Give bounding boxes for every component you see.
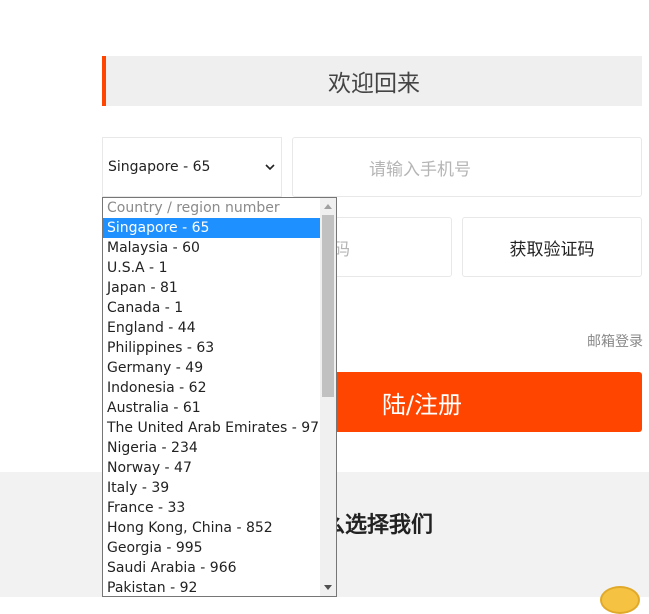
dropdown-option[interactable]: Indonesia - 62 — [103, 378, 320, 398]
dropdown-scrollbar[interactable] — [320, 198, 336, 596]
coin-icon — [600, 586, 640, 614]
get-code-button[interactable]: 获取验证码 — [462, 217, 642, 277]
dropdown-options: Country / region number Singapore - 65 Ma… — [103, 198, 328, 596]
login-register-label: 陆/注册 — [381, 390, 463, 419]
dropdown-option[interactable]: Norway - 47 — [103, 458, 320, 478]
page-title: 欢迎回来 — [102, 56, 642, 106]
country-code-select[interactable]: Singapore - 65 — [102, 137, 282, 197]
country-dropdown-list[interactable]: Country / region number Singapore - 65 Ma… — [102, 197, 337, 597]
dropdown-option[interactable]: Nigeria - 234 — [103, 438, 320, 458]
dropdown-option[interactable]: Italy - 39 — [103, 478, 320, 498]
dropdown-option[interactable]: Germany - 49 — [103, 358, 320, 378]
phone-placeholder: 请输入手机号 — [369, 159, 471, 180]
scroll-down-arrow-icon[interactable] — [320, 580, 336, 596]
dropdown-option[interactable]: Malaysia - 60 — [103, 238, 320, 258]
dropdown-option[interactable]: France - 33 — [103, 498, 320, 518]
dropdown-option[interactable]: Georgia - 995 — [103, 538, 320, 558]
country-select-value: Singapore - 65 — [108, 159, 211, 175]
dropdown-option[interactable]: England - 44 — [103, 318, 320, 338]
dropdown-header-option: Country / region number — [107, 200, 280, 216]
dropdown-option[interactable]: The United Arab Emirates - 971 — [103, 418, 328, 438]
chevron-down-icon — [265, 164, 275, 171]
dropdown-option[interactable]: Philippines - 63 — [103, 338, 320, 358]
dropdown-option[interactable]: Japan - 81 — [103, 278, 320, 298]
dropdown-option[interactable]: Hong Kong, China - 852 — [103, 518, 320, 538]
email-login-link[interactable]: 邮箱登录 — [587, 331, 643, 351]
dropdown-option[interactable]: Saudi Arabia - 966 — [103, 558, 320, 578]
phone-input[interactable]: 请输入手机号 — [292, 137, 642, 197]
scroll-up-arrow-icon[interactable] — [320, 198, 336, 214]
dropdown-option[interactable]: Canada - 1 — [103, 298, 320, 318]
scrollbar-thumb[interactable] — [322, 215, 334, 397]
dropdown-option[interactable]: Australia - 61 — [103, 398, 320, 418]
dropdown-option[interactable]: Singapore - 65 — [103, 218, 320, 238]
dropdown-option[interactable]: U.S.A - 1 — [103, 258, 320, 278]
dropdown-option[interactable]: Pakistan - 92 — [103, 578, 320, 596]
